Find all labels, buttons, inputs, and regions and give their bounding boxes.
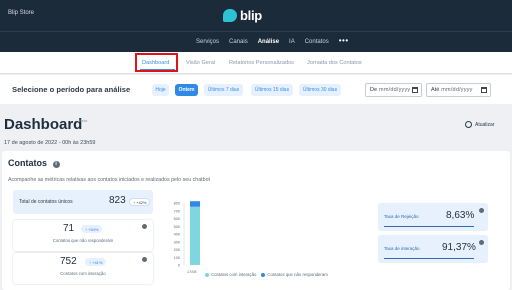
card-title-text: Contatos [8, 158, 47, 168]
y-tick-label: 300 [174, 240, 180, 244]
chip-ontem[interactable]: Ontem [175, 84, 198, 96]
legend-interaction-label: Contatos com interação [211, 272, 257, 277]
end-date-field[interactable]: Até mm/dd/yyyy [426, 83, 491, 97]
nav-item-contatos[interactable]: Contatos [305, 39, 329, 45]
chip-ultimos-15-dias[interactable]: Últimos 15 dias [251, 84, 293, 96]
info-icon[interactable] [142, 224, 147, 229]
info-icon[interactable] [142, 257, 147, 262]
store-name[interactable]: Blip Store [8, 10, 34, 16]
interaction-rate-value: 91,37% [442, 242, 476, 253]
refresh-icon [465, 121, 472, 128]
y-tick-label: 0 [178, 264, 180, 268]
interacted-value: 752 [60, 256, 77, 267]
brand-name: blip [240, 7, 262, 23]
top-bar: Blip Store blip [0, 0, 512, 31]
info-icon[interactable] [479, 240, 484, 245]
rejection-rate-value: 8,63% [446, 210, 475, 221]
card-description: Acompanhe as métricas relativas aos cont… [8, 177, 210, 183]
refresh-label: Atualizar [475, 121, 495, 128]
interaction-rate-box: Taxa de interação 91,37% [378, 235, 488, 263]
contacts-chart: 800 700 600 500 400 300 200 100 0 17/08 [174, 201, 200, 274]
blip-logo-icon [223, 8, 237, 22]
unanswered-value: 71 [63, 223, 75, 234]
unanswered-change-badge: ↑ +54% [81, 225, 103, 233]
legend-unanswered-label: Contatos que não responderam [267, 272, 328, 277]
nav-item-servicos[interactable]: Serviços [196, 39, 219, 45]
period-label: Selecione o período para análise [12, 85, 131, 94]
card-title: Contatos i [8, 158, 60, 168]
y-tick-label: 100 [174, 256, 180, 260]
brand-logo[interactable]: blip [223, 7, 262, 23]
unanswered-box: 71 ↑ +54% Contatos que não responderam [13, 220, 153, 251]
end-date-label: Até [431, 87, 440, 93]
tab-relatorios-personalizados[interactable]: Relatórios Personalizados [229, 60, 294, 66]
interacted-box: 752 ↑ +41% Contatos com interação [13, 253, 153, 284]
chip-ultimos-7-dias[interactable]: Últimos 7 dias [204, 84, 243, 96]
interacted-change-badge: ↑ +41% [85, 258, 107, 266]
interaction-rate-label: Taxa de interação [384, 246, 420, 251]
main-nav: Serviços Canais Análise IA Contatos ••• [0, 31, 512, 52]
rejection-rate-box: Taxa de Rejeição 8,63% [378, 203, 488, 231]
beta-badge: Beta [79, 118, 88, 123]
info-icon[interactable]: i [52, 161, 60, 168]
chip-hoje[interactable]: Hoje [152, 84, 169, 96]
y-tick-label: 700 [174, 209, 180, 213]
y-tick-label: 800 [174, 202, 180, 206]
bar-interaction [190, 206, 200, 265]
rejection-rate-label: Taxa de Rejeição [384, 214, 419, 219]
interaction-rate-line [384, 258, 474, 259]
y-tick-label: 500 [174, 225, 180, 229]
more-menu-icon[interactable]: ••• [339, 37, 349, 45]
start-date-placeholder: mm/dd/yyyy [379, 87, 411, 93]
calendar-icon[interactable] [412, 87, 418, 93]
y-tick-label: 200 [174, 248, 180, 252]
end-date-placeholder: mm/dd/yyyy [441, 87, 473, 93]
page-title: Dashboard [4, 116, 83, 133]
start-date-label: De [370, 87, 378, 93]
info-icon[interactable] [479, 208, 484, 213]
calendar-icon[interactable] [481, 87, 487, 93]
tab-visao-geral[interactable]: Visão Geral [186, 60, 215, 66]
highlight-outline [135, 53, 178, 72]
total-contacts-box: Total de contatos únicos 823 ↑ +42% [13, 190, 153, 214]
period-selector: Selecione o período para análise Hoje On… [0, 75, 512, 104]
legend-interaction-swatch [205, 272, 209, 277]
nav-item-analise[interactable]: Análise [258, 39, 279, 45]
unanswered-label: Contatos que não responderam [52, 238, 114, 243]
sub-tabs: Dashboard Visão Geral Relatórios Persona… [0, 52, 512, 74]
report-date: 17 de agosto de 2022 - 00h às 23h59 [4, 140, 96, 146]
x-tick-label: 17/08 [187, 270, 197, 274]
chart-legend: Contatos com interação Contatos que não … [205, 272, 328, 277]
y-tick-label: 600 [174, 217, 180, 221]
interacted-label: Contatos com interação [60, 271, 106, 276]
chip-ultimos-30-dias[interactable]: Últimos 30 dias [299, 84, 341, 96]
y-tick-label: 400 [174, 233, 180, 237]
contatos-card: Contatos i Acompanhe as métricas relativ… [2, 151, 510, 290]
nav-item-canais[interactable]: Canais [229, 39, 248, 45]
legend-unanswered-swatch [261, 272, 266, 277]
nav-item-ia[interactable]: IA [289, 39, 295, 45]
rejection-rate-line [384, 226, 474, 227]
total-change-badge: ↑ +42% [129, 198, 151, 206]
start-date-field[interactable]: De mm/dd/yyyy [365, 83, 422, 97]
total-contacts-value: 823 [109, 195, 126, 206]
refresh-button[interactable]: Atualizar [465, 121, 494, 128]
tab-jornada-dos-contatos[interactable]: Jornada dos Contatos [307, 60, 362, 66]
total-contacts-label: Total de contatos únicos [19, 199, 73, 205]
bar-unanswered [190, 201, 200, 207]
